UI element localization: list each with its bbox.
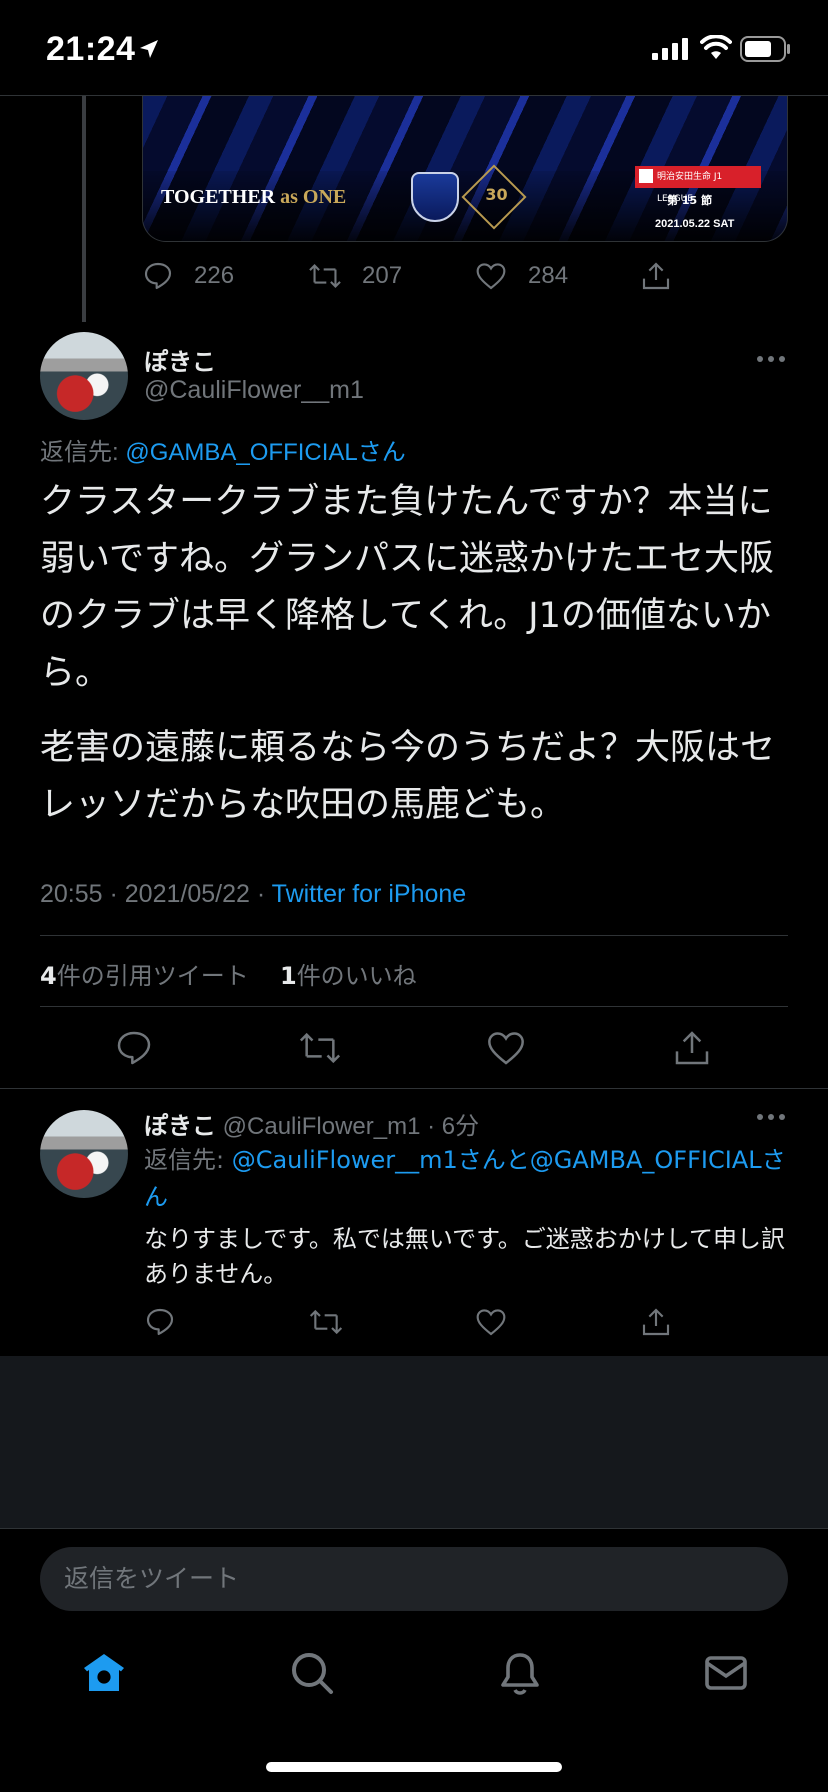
reply-to-line: 返信先: @GAMBA_OFFICIALさん [40,439,406,466]
battery-icon [740,36,790,62]
retweet-count: 207 [362,262,403,289]
mention-link[interactable]: @GAMBA_OFFICIALさん [125,439,405,466]
tweet-media-image[interactable]: TOGETHER as ONE 30 明治安田生命 J1 LEAGUE 第 15… [142,96,788,242]
divider [40,935,788,936]
bottom-bar: 返信をツイート [0,1528,828,1792]
status-bar: 21:24 [0,0,828,96]
display-name[interactable]: ぽきこ [144,342,216,377]
reply-header: ぽきこ @CauliFlower_m1 · 6分 [144,1106,479,1141]
empty-area [0,1356,828,1528]
league-badge: 明治安田生命 J1 LEAGUE [635,166,761,204]
tweet-text: クラスタークラブまた負けたんですか？本当に弱いですね。グランパスに迷惑かけたエセ… [40,482,774,693]
source-link[interactable]: Twitter for iPhone [272,880,467,908]
reply-tweet-actions [144,1304,684,1342]
reply-display-name[interactable]: ぽきこ [144,1112,216,1140]
share-icon [642,262,670,290]
location-arrow-icon [140,40,158,58]
like-count: 284 [528,262,569,289]
avatar[interactable] [40,332,128,420]
reply-text: なりすましです。私では無いです。ご迷惑おかけして申し訳ありません。 [144,1225,786,1288]
club-crest [411,172,459,222]
reply-avatar[interactable] [40,1110,128,1198]
reply-handle-time: @CauliFlower_m1 · 6分 [216,1113,480,1140]
tweet-text-paragraph-2: 老害の遠藤に頼るなら今のうちだよ？大阪はセレッソだからな吹田の馬鹿ども。 [40,728,776,825]
more-icon[interactable] [756,354,786,364]
mention-link[interactable]: @CauliFlower__m1さんと@GAMBA_OFFICIALさん [144,1146,786,1211]
match-round: 第 15 節 [667,194,712,207]
likes-link[interactable]: 1件のいいね [280,962,417,990]
previous-tweet-actions: 226 207 284 [142,256,682,296]
like-icon[interactable] [486,1028,526,1068]
reply-to-line: 返信先: @CauliFlower__m1さんと@GAMBA_OFFICIALさ… [144,1146,786,1211]
home-indicator [266,1762,562,1772]
home-icon[interactable] [80,1649,128,1697]
like-icon [476,263,506,290]
user-handle[interactable]: @CauliFlower__m1 [144,376,364,405]
retweet-icon[interactable] [298,1028,342,1068]
retweet-icon [309,264,341,288]
tweet-timestamp: 20:55 · 2021/05/22 · Twitter for iPhone [40,880,467,908]
tweet-stats: 4件の引用ツイート 1件のいいね [40,956,417,991]
reply-composer-input[interactable]: 返信をツイート [40,1547,788,1611]
match-date: 2021.05.22 SAT [655,218,735,230]
share-button[interactable] [640,256,692,296]
divider [0,1088,828,1089]
share-icon[interactable] [672,1028,712,1068]
search-icon[interactable] [288,1649,336,1697]
like-icon[interactable] [474,1306,508,1338]
main-tweet-actions [0,1024,828,1072]
quote-tweets-link[interactable]: 4件の引用ツイート [40,962,249,990]
media-slogan: TOGETHER as ONE [161,186,347,208]
reply-count: 226 [194,262,235,289]
status-time: 21:24 [46,30,136,68]
reply-button[interactable]: 226 [142,256,234,296]
bell-icon[interactable] [496,1649,544,1697]
divider [40,1006,788,1007]
like-button[interactable]: 284 [474,256,568,296]
retweet-button[interactable]: 207 [308,256,402,296]
signal-icon [652,38,688,60]
share-icon[interactable] [640,1306,672,1338]
reply-icon [144,262,172,290]
retweet-icon[interactable] [308,1306,344,1338]
more-icon[interactable] [756,1112,786,1122]
reply-icon[interactable] [114,1028,154,1068]
thread-line [82,96,86,322]
wifi-icon [700,35,732,59]
reply-icon[interactable] [144,1306,176,1338]
mail-icon[interactable] [702,1649,750,1697]
